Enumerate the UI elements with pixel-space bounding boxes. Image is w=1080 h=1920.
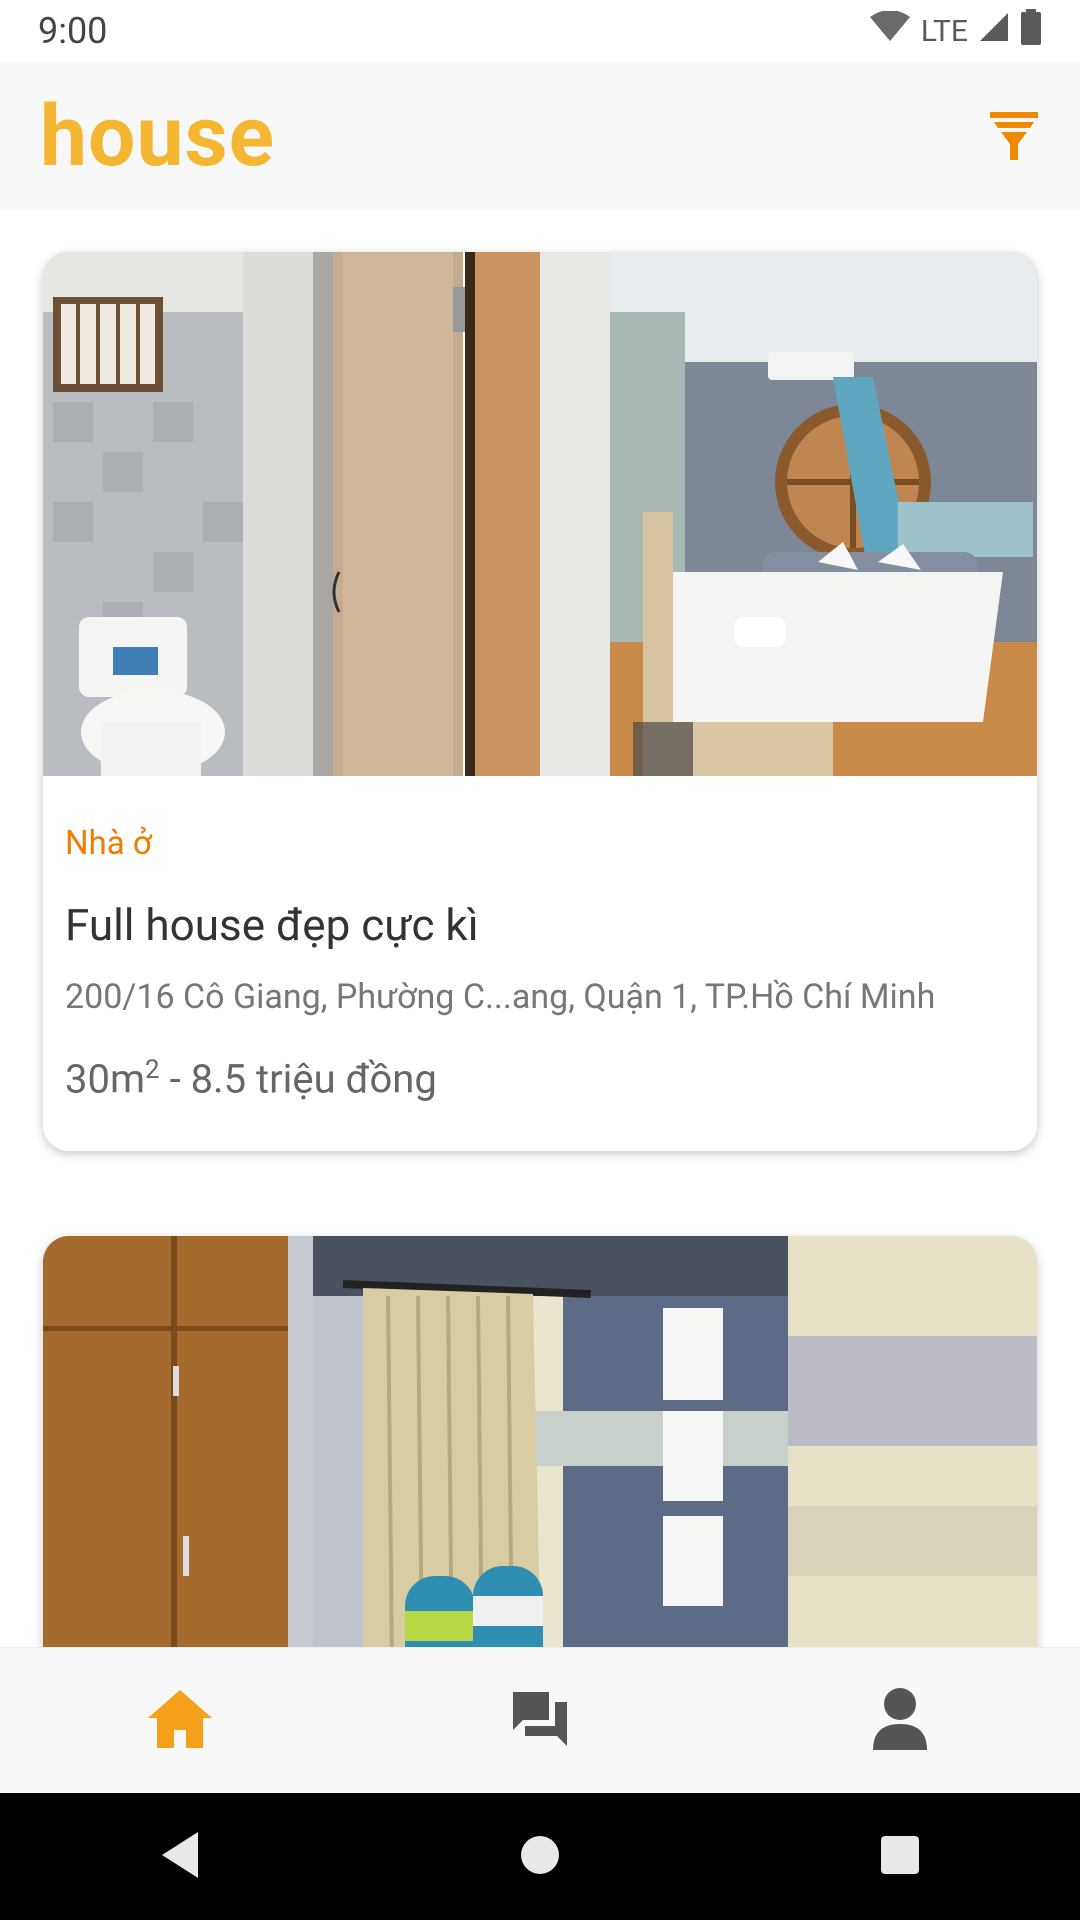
circle-icon: [519, 1834, 561, 1880]
listing-title: Full house đẹp cực kì: [65, 899, 479, 951]
bottom-navigation: [0, 1647, 1080, 1794]
listing-card[interactable]: Nhà ở Full house đẹp cực kì 200/16 Cô Gi…: [43, 252, 1037, 1151]
back-icon: [158, 1830, 202, 1884]
nav-chat[interactable]: [480, 1661, 600, 1781]
square-icon: [879, 1834, 921, 1880]
back-button[interactable]: [140, 1817, 220, 1897]
app-title: house: [40, 86, 276, 186]
profile-icon: [871, 1686, 929, 1756]
status-bar: 9:00 LTE: [0, 0, 1080, 62]
listing-photo: [43, 1236, 1037, 1647]
filter-icon[interactable]: [988, 108, 1040, 164]
chat-icon: [511, 1690, 569, 1752]
status-time: 9:00: [38, 10, 108, 52]
nav-profile[interactable]: [840, 1661, 960, 1781]
app-bar: house: [0, 62, 1080, 210]
recents-button[interactable]: [860, 1817, 940, 1897]
network-type: LTE: [920, 13, 968, 49]
battery-icon: [1020, 9, 1042, 53]
listing-price-value: - 8.5 triệu đồng: [159, 1055, 437, 1103]
listing-price: 30m2 - 8.5 triệu đồng: [65, 1046, 1015, 1103]
home-icon: [146, 1688, 214, 1754]
listing-address: 200/16 Cô Giang, Phường C...ang, Quận 1,…: [65, 977, 936, 1017]
signal-icon: [978, 11, 1010, 51]
wifi-icon: [869, 10, 911, 51]
listing-area: 30m: [65, 1055, 146, 1103]
listing-feed[interactable]: Nhà ở Full house đẹp cực kì 200/16 Cô Gi…: [0, 210, 1080, 1647]
status-indicators: LTE: [869, 9, 1042, 53]
system-navigation-bar: [0, 1793, 1080, 1920]
listing-card[interactable]: [43, 1236, 1037, 1647]
listing-category: Nhà ở: [65, 824, 152, 863]
listing-photo: [43, 252, 1037, 776]
nav-home[interactable]: [120, 1661, 240, 1781]
listing-details: Nhà ở Full house đẹp cực kì 200/16 Cô Gi…: [43, 824, 1037, 1103]
listing-area-unit-exponent: 2: [145, 1055, 160, 1085]
home-system-button[interactable]: [500, 1817, 580, 1897]
